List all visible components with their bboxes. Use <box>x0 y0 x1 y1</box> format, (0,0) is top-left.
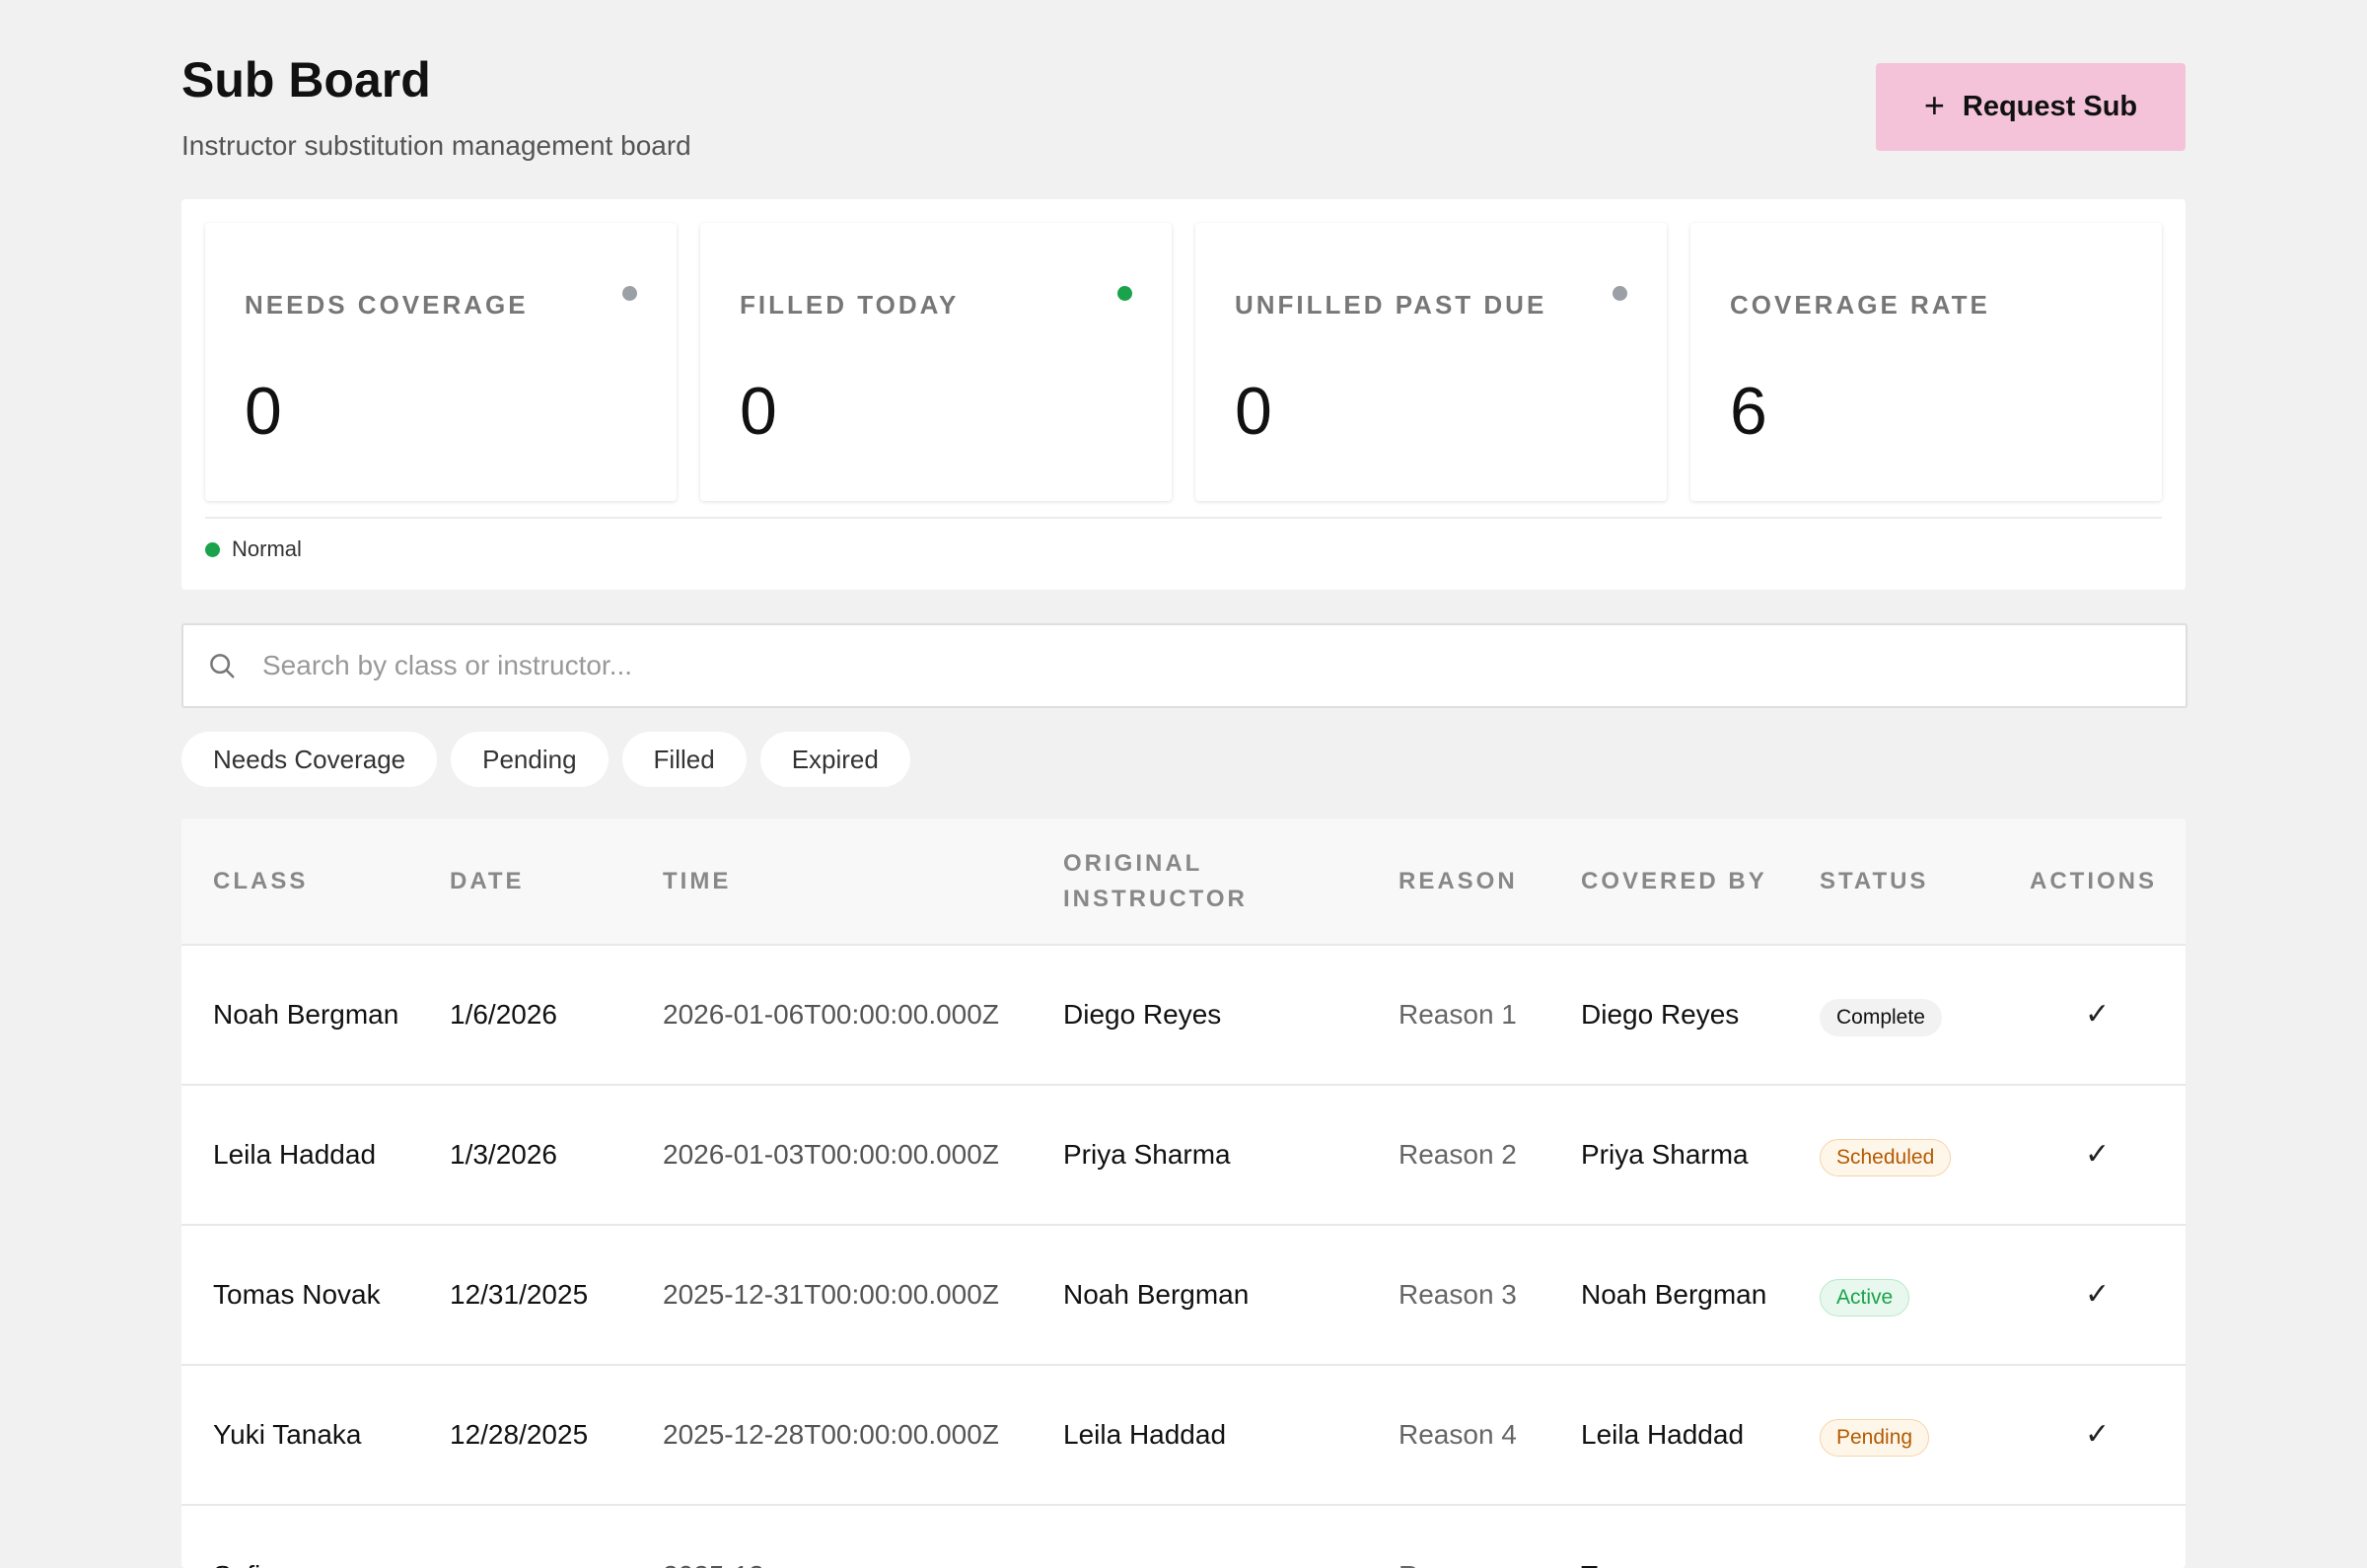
substitutions-table: CLASS DATE TIME ORIGINAL INSTRUCTOR REAS… <box>181 819 2186 1568</box>
request-sub-label: Request Sub <box>1962 91 2138 122</box>
page-subtitle: Instructor substitution management board <box>181 130 691 161</box>
check-icon[interactable]: ✓ <box>2085 1414 2110 1456</box>
cell-status: Scheduled <box>1788 1085 1998 1225</box>
cell-date <box>418 1505 631 1568</box>
filter-filled[interactable]: Filled <box>621 732 747 787</box>
cell-original-instructor: Noah Bergman <box>1063 1279 1250 1310</box>
request-sub-button[interactable]: + Request Sub <box>1876 63 2186 151</box>
cell-status: Pending <box>1788 1365 1998 1505</box>
legend-label: Normal <box>232 536 302 561</box>
cell-time: 2026-01-03T00:00:00.000Z <box>663 1139 999 1170</box>
table-row[interactable]: Leila Haddad 1/3/2026 2026-01-03T00:00:00.… <box>181 1085 2186 1225</box>
cell-reason: Reason 2 <box>1399 1139 1517 1170</box>
column-header-date[interactable]: DATE <box>418 819 631 945</box>
check-icon[interactable]: ✓ <box>2085 1274 2110 1316</box>
cell-class: Leila Haddad <box>213 1139 377 1170</box>
search-bar <box>181 623 2188 708</box>
stat-value: 0 <box>245 374 282 449</box>
check-icon[interactable]: ✓ <box>2085 994 2110 1035</box>
table-row[interactable]: Tomas Novak 12/31/2025 2025-12-31T00:00:00… <box>181 1225 2186 1365</box>
cell-class: Noah Bergman <box>213 999 399 1030</box>
stat-card-needs-coverage: NEEDS COVERAGE 0 <box>205 223 677 501</box>
cell-class: Sofia <box>181 1505 418 1568</box>
cell-original-instructor: Leila Haddad <box>1063 1419 1227 1450</box>
stat-label: COVERAGE RATE <box>1730 290 1990 320</box>
cell-covered-by: Noah Bergman <box>1581 1279 1767 1310</box>
cell-time: 2026-01-06T00:00:00.000Z <box>663 999 999 1030</box>
stat-value: 6 <box>1730 374 1767 449</box>
cell-covered-by: Leila Haddad <box>1581 1419 1745 1450</box>
stat-label: UNFILLED PAST DUE <box>1235 290 1547 320</box>
filter-expired[interactable]: Expired <box>759 732 910 787</box>
column-header-reason[interactable]: REASON <box>1367 819 1549 945</box>
cell-time: 2025-12-31T00:00:00.000Z <box>663 1279 999 1310</box>
cell-actions: ✓ <box>1998 1085 2186 1225</box>
cell-status: Complete <box>1788 945 1998 1085</box>
search-icon <box>210 654 235 678</box>
cell-date: 12/31/2025 <box>450 1279 589 1310</box>
legend: Normal <box>205 536 302 562</box>
status-badge: Complete <box>1820 998 1942 1036</box>
table-row[interactable]: Noah Bergman 1/6/2026 2026-01-06T00:00:00.… <box>181 945 2186 1085</box>
page-header: Sub Board Instructor substitution manage… <box>181 0 2186 197</box>
search-input[interactable] <box>260 649 2186 682</box>
cell-original-instructor: Priya Sharma <box>1063 1139 1231 1170</box>
stat-card-filled-today: FILLED TODAY 0 <box>700 223 1172 501</box>
cell-actions <box>1998 1505 2186 1568</box>
filter-pending[interactable]: Pending <box>451 732 609 787</box>
column-header-original-instructor[interactable]: ORIGINAL INSTRUCTOR <box>1032 819 1367 945</box>
stat-card-coverage-rate: COVERAGE RATE 6 <box>1690 223 2162 501</box>
status-badge: Active <box>1820 1278 1910 1317</box>
table-body: Noah Bergman 1/6/2026 2026-01-06T00:00:00.… <box>181 945 2186 1568</box>
cell-actions: ✓ <box>1998 1225 2186 1365</box>
column-header-status[interactable]: STATUS <box>1788 819 1998 945</box>
cell-time: 2025-12-28T00:00:00.000Z <box>663 1419 999 1450</box>
stat-value: 0 <box>740 374 777 449</box>
status-dot-icon <box>1613 286 1627 301</box>
cell-actions: ✓ <box>1998 1365 2186 1505</box>
status-dot-icon <box>622 286 637 301</box>
cell-actions: ✓ <box>1998 945 2186 1085</box>
status-dot-icon <box>1117 286 1132 301</box>
sub-board-page: Sub Board Instructor substitution manage… <box>181 0 2188 1568</box>
status-badge: Pending <box>1820 1418 1930 1457</box>
filter-chips: Needs Coverage Pending Filled Expired <box>181 732 910 787</box>
check-icon[interactable]: ✓ <box>2085 1134 2110 1176</box>
column-header-class[interactable]: CLASS <box>181 819 418 945</box>
cell-reason: Reason <box>1367 1505 1549 1568</box>
cell-class: Yuki Tanaka <box>213 1419 362 1450</box>
cell-covered-by: Diego Reyes <box>1581 999 1740 1030</box>
column-header-actions: ACTIONS <box>2030 867 2157 894</box>
cell-date: 1/6/2026 <box>450 999 557 1030</box>
plus-icon: + <box>1923 84 1945 125</box>
stat-card-unfilled-past-due: UNFILLED PAST DUE 0 <box>1195 223 1667 501</box>
cell-original-instructor <box>1032 1505 1367 1568</box>
divider <box>205 517 2162 519</box>
status-badge: Scheduled <box>1820 1138 1952 1176</box>
cell-covered-by: Tomas <box>1549 1505 1788 1568</box>
cell-original-instructor: Diego Reyes <box>1063 999 1222 1030</box>
cell-time: 2025-12- <box>631 1505 1032 1568</box>
column-header-time[interactable]: TIME <box>631 819 1032 945</box>
stat-label: NEEDS COVERAGE <box>245 290 529 320</box>
page-title: Sub Board <box>181 52 431 107</box>
stats-panel: NEEDS COVERAGE 0 FILLED TODAY 0 UNFILLED… <box>181 199 2186 590</box>
cell-reason: Reason 1 <box>1399 999 1517 1030</box>
table-row[interactable]: Yuki Tanaka 12/28/2025 2025-12-28T00:00:00… <box>181 1365 2186 1505</box>
cell-status <box>1788 1505 1998 1568</box>
column-header-covered-by[interactable]: COVERED BY <box>1549 819 1788 945</box>
stat-label: FILLED TODAY <box>740 290 960 320</box>
stat-value: 0 <box>1235 374 1272 449</box>
cell-covered-by: Priya Sharma <box>1581 1139 1749 1170</box>
table-header-row: CLASS DATE TIME ORIGINAL INSTRUCTOR REAS… <box>181 819 2186 945</box>
cell-date: 12/28/2025 <box>450 1419 589 1450</box>
cell-status: Active <box>1788 1225 1998 1365</box>
status-dot-icon <box>205 541 220 557</box>
cell-date: 1/3/2026 <box>450 1139 557 1170</box>
table-row[interactable]: Sofia 2025-12- ReasonTomas <box>181 1505 2186 1568</box>
cell-reason: Reason 4 <box>1399 1419 1517 1450</box>
filter-needs-coverage[interactable]: Needs Coverage <box>181 732 438 787</box>
cell-class: Tomas Novak <box>213 1279 381 1310</box>
cell-reason: Reason 3 <box>1399 1279 1517 1310</box>
